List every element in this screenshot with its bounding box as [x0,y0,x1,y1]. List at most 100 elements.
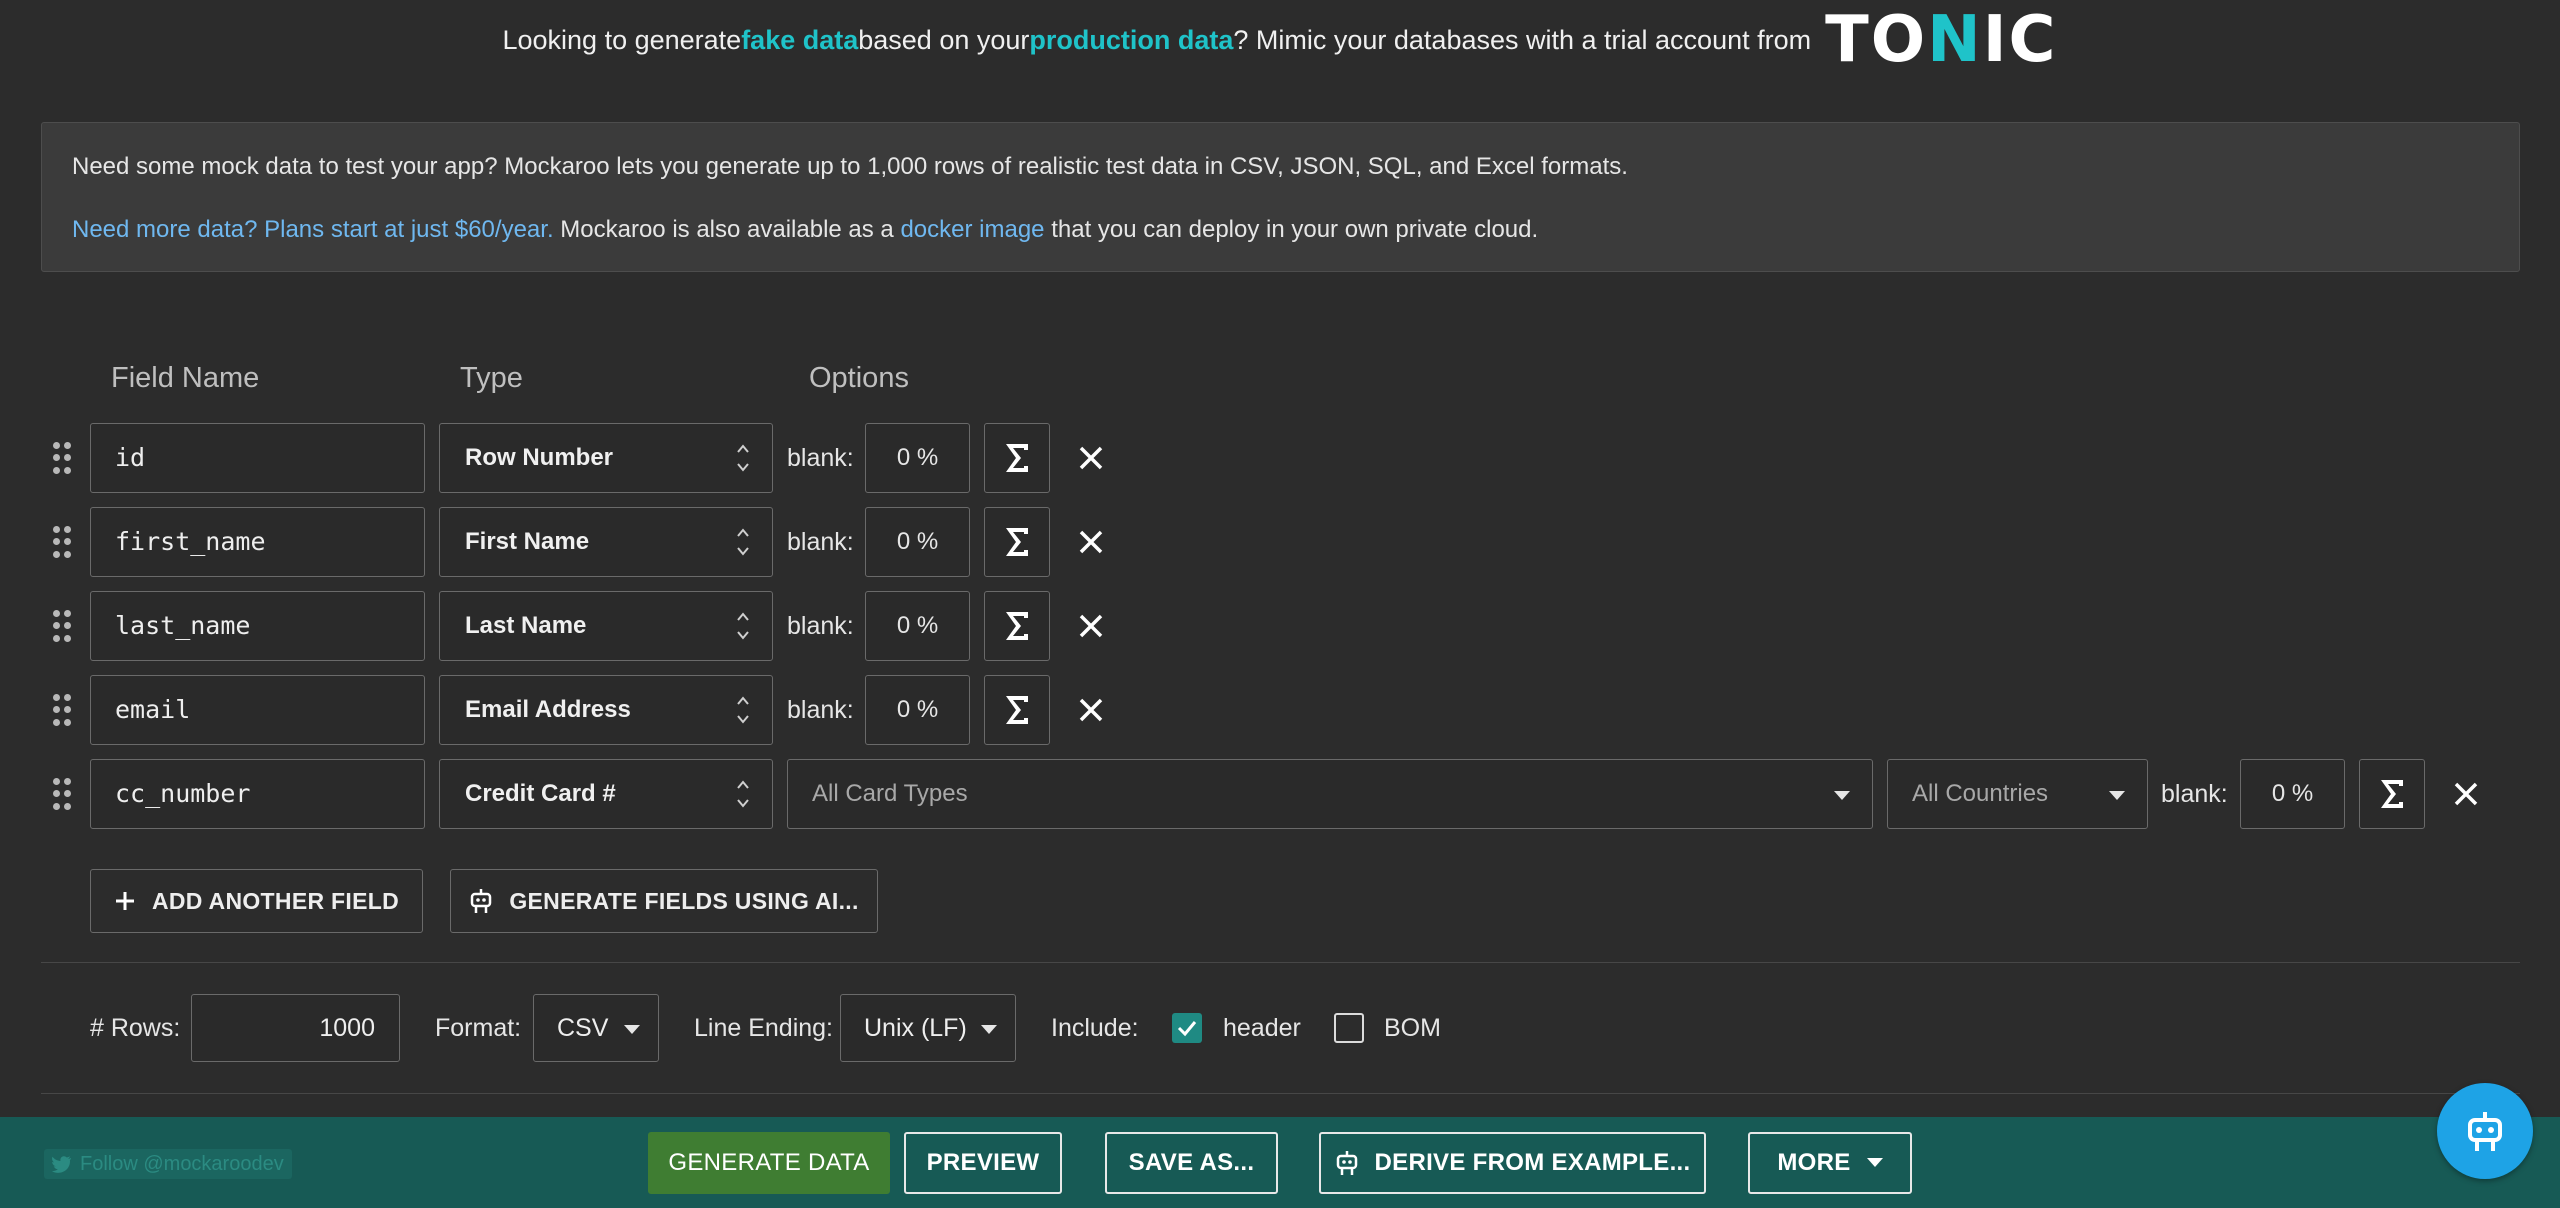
docker-image-link[interactable]: docker image [900,216,1044,243]
bom-checkbox[interactable] [1334,1013,1364,1043]
card-types-select[interactable]: All Card Types [787,759,1873,829]
info-line-2: Need more data? Plans start at just $60/… [72,215,1539,243]
generate-data-label: GENERATE DATA [668,1149,870,1176]
banner-text: Looking to generate [502,24,742,55]
close-icon [1079,614,1103,638]
bom-label[interactable]: BOM [1384,994,1441,1062]
field-type-select[interactable]: Row Number [439,423,773,493]
formula-button[interactable] [984,423,1050,493]
drag-handle-icon[interactable] [53,442,71,474]
format-select[interactable]: CSV [533,994,659,1062]
generate-fields-ai-button[interactable]: GENERATE FIELDS USING AI... [450,869,878,933]
sigma-icon [1006,444,1028,472]
field-name-input[interactable]: first_name [90,507,425,577]
line-ending-select[interactable]: Unix (LF) [840,994,1016,1062]
field-name-input[interactable]: cc_number [90,759,425,829]
blank-label: blank: [787,444,854,472]
blank-percent-input[interactable]: 0 % [865,591,970,661]
save-as-button[interactable]: SAVE AS... [1105,1132,1278,1194]
close-icon [1079,698,1103,722]
field-type-select[interactable]: Email Address [439,675,773,745]
field-name-input[interactable]: id [90,423,425,493]
fake-data-highlight[interactable]: fake data [741,25,858,56]
remove-field-button[interactable] [1071,507,1111,577]
sigma-icon [1006,696,1028,724]
remove-field-button[interactable] [1071,423,1111,493]
generate-data-button[interactable]: GENERATE DATA [648,1132,890,1194]
field-type-select[interactable]: First Name [439,507,773,577]
save-as-label: SAVE AS... [1128,1149,1255,1176]
ai-assistant-button[interactable] [2437,1083,2533,1179]
header-label[interactable]: header [1223,994,1301,1062]
rows-input[interactable]: 1000 [191,994,400,1062]
divider [41,962,2520,963]
drag-handle-icon[interactable] [53,526,71,558]
format-value: CSV [557,1014,609,1042]
field-type-select[interactable]: Credit Card # [439,759,773,829]
info-line-1: Need some mock data to test your app? Mo… [72,153,1628,180]
blank-percent-input[interactable]: 0 % [865,675,970,745]
add-another-field-button[interactable]: ADD ANOTHER FIELD [90,869,423,933]
blank-label: blank: [787,528,854,556]
field-row: email Email Address blank: 0 % [0,675,2560,745]
field-name-input[interactable]: email [90,675,425,745]
close-icon [1079,530,1103,554]
drag-handle-icon[interactable] [53,778,71,810]
follow-button[interactable]: Follow @mockaroodev [44,1149,292,1179]
preview-button[interactable]: PREVIEW [904,1132,1062,1194]
remove-field-button[interactable] [2446,759,2486,829]
sigma-icon [1006,528,1028,556]
plans-link[interactable]: Need more data? Plans start at just $60/… [72,216,554,243]
plus-icon [115,892,134,910]
sigma-icon [1006,612,1028,640]
countries-select[interactable]: All Countries [1887,759,2148,829]
blank-label: blank: [2161,780,2228,808]
robot-icon [471,889,492,913]
more-button[interactable]: MORE [1748,1132,1912,1194]
remove-field-button[interactable] [1071,591,1111,661]
drag-handle-icon[interactable] [53,610,71,642]
tonic-logo[interactable]: TONIC [1825,8,2057,72]
caret-down-icon [624,1025,640,1034]
derive-from-example-label: DERIVE FROM EXAMPLE... [1374,1149,1691,1176]
promo-banner: Looking to generate fake data based on y… [0,0,2560,80]
updown-chevron-icon [737,528,749,556]
field-type-label: Email Address [465,696,631,723]
follow-label: Follow @mockaroodev [80,1153,284,1175]
blank-percent-input[interactable]: 0 % [865,507,970,577]
column-header-field-name: Field Name [111,362,260,394]
formula-button[interactable] [984,507,1050,577]
updown-chevron-icon [737,444,749,472]
derive-from-example-button[interactable]: DERIVE FROM EXAMPLE... [1319,1132,1706,1194]
robot-icon [2468,1112,2502,1151]
formula-button[interactable] [984,675,1050,745]
header-checkbox[interactable] [1172,1013,1202,1043]
include-label: Include: [1051,1014,1139,1042]
close-icon [2454,782,2478,806]
preview-label: PREVIEW [926,1149,1040,1176]
divider [41,1093,2520,1094]
field-type-select[interactable]: Last Name [439,591,773,661]
column-header-options: Options [809,362,909,394]
add-another-field-label: ADD ANOTHER FIELD [151,887,399,914]
generate-fields-ai-label: GENERATE FIELDS USING AI... [509,887,859,914]
robot-icon [1336,1151,1357,1175]
formula-button[interactable] [2359,759,2425,829]
caret-down-icon [1834,791,1850,800]
blank-percent-input[interactable]: 0 % [2240,759,2345,829]
field-row: id Row Number blank: 0 % [0,423,2560,493]
field-row: last_name Last Name blank: 0 % [0,591,2560,661]
remove-field-button[interactable] [1071,675,1111,745]
formula-button[interactable] [984,591,1050,661]
production-data-highlight[interactable]: production data [1029,25,1233,56]
banner-text: ? Mimic your databases with a trial acco… [1233,24,1812,55]
footer-bar: Follow @mockaroodev GENERATE DATA PREVIE… [0,1117,2560,1208]
caret-down-icon [1866,1158,1883,1167]
drag-handle-icon[interactable] [53,694,71,726]
field-name-input[interactable]: last_name [90,591,425,661]
blank-label: blank: [787,696,854,724]
updown-chevron-icon [737,612,749,640]
field-type-label: Last Name [465,612,587,639]
blank-percent-input[interactable]: 0 % [865,423,970,493]
banner-text: based on your [858,24,1030,55]
